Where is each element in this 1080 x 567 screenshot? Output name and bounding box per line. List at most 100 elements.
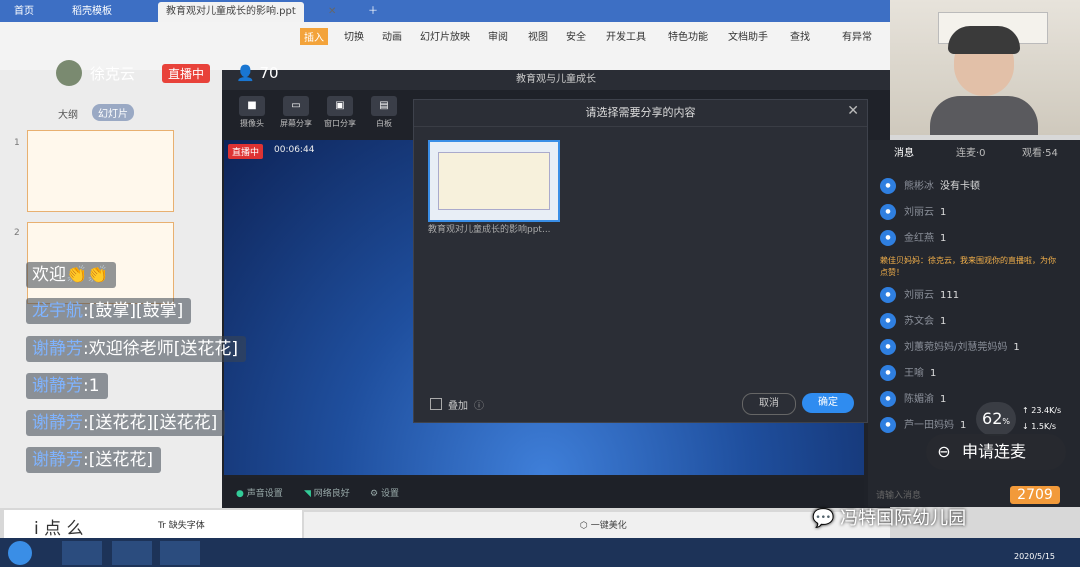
avatar: ●: [880, 230, 896, 246]
tab-docer[interactable]: 稻壳模板: [64, 2, 120, 22]
avatar: [56, 60, 82, 86]
tab-messages[interactable]: 消息: [894, 144, 914, 159]
window-share-button[interactable]: ▣ 窗口分享: [320, 96, 360, 129]
info-icon[interactable]: ⓘ: [474, 397, 484, 412]
monitor-icon: ▭: [283, 96, 309, 116]
tab-slides[interactable]: 幻灯片: [92, 104, 134, 121]
danmu-message: 谢静芳:[送花花]: [26, 447, 161, 473]
apply-mic-button[interactable]: ⊖ 申请连麦: [926, 434, 1066, 470]
close-icon[interactable]: ✕: [320, 2, 344, 22]
tab-document[interactable]: 教育观对儿童成长的影响.ppt: [158, 2, 304, 22]
whiteboard-icon: ▤: [371, 96, 397, 116]
camera-icon: ■: [239, 96, 265, 116]
start-button[interactable]: [8, 541, 32, 565]
chat-message: ● 金红燕 1: [880, 229, 946, 246]
app-taskbar-icon[interactable]: [112, 541, 152, 565]
wps-taskbar-icon[interactable]: [62, 541, 102, 565]
chat-message: ● 王喻 1: [880, 364, 936, 381]
windows-taskbar: 2020/5/15: [0, 538, 1080, 567]
live-badge: 直播中: [162, 64, 211, 83]
upload-speed: ↑ 23.4K/s: [1022, 406, 1062, 415]
menu-assistant[interactable]: 文档助手: [728, 28, 768, 43]
avatar: ●: [880, 313, 896, 329]
danmu-message: 谢静芳:[送花花][送花花]: [26, 410, 226, 436]
camera-button[interactable]: ■ 摄像头: [232, 96, 272, 129]
beautify-button[interactable]: ⬡ 一键美化: [580, 518, 627, 531]
chat-message: ● 芦一田妈妈 1: [880, 416, 966, 433]
network-status: ◥ 网络良好: [304, 489, 350, 499]
dialog-close-icon[interactable]: ✕: [847, 103, 859, 119]
menu-slideshow[interactable]: 幻灯片放映: [420, 28, 470, 43]
avatar: ●: [880, 178, 896, 194]
overlay-label: 叠加: [448, 401, 468, 412]
app-taskbar-icon[interactable]: [160, 541, 200, 565]
new-tab-icon[interactable]: ＋: [360, 2, 386, 22]
system-notice: 赖佳贝妈妈：徐克云，我来围观你的直播啦，为你点赞！: [880, 256, 1056, 277]
chat-message: ● 刘蕙菀妈妈/刘慧莞妈妈 1: [880, 338, 1020, 355]
missing-font-button[interactable]: Tr 缺失字体: [158, 518, 205, 531]
settings-button[interactable]: ⚙ 设置: [370, 486, 399, 499]
wechat-icon: 💬: [812, 508, 835, 529]
chat-input[interactable]: 请输入消息: [876, 488, 921, 501]
tab-home[interactable]: 首页: [6, 2, 42, 22]
slides-panel: 大纲 幻灯片 1 2: [0, 70, 223, 508]
menu-search[interactable]: 查找: [790, 28, 810, 43]
chat-message: ● 陈媚渝 1: [880, 390, 946, 407]
avatar: ●: [880, 339, 896, 355]
network-meter: 62%: [976, 402, 1016, 436]
chat-message: ● 刘丽云 1: [880, 203, 946, 220]
overlay-checkbox[interactable]: [430, 398, 442, 410]
live-timer: 00:06:44: [274, 145, 315, 155]
danmu-message: 欢迎👏👏: [26, 262, 117, 288]
chat-message: ● 苏文会 1: [880, 312, 946, 329]
tab-viewers[interactable]: 观看·54: [1022, 144, 1058, 159]
mic-icon: ●: [236, 489, 244, 499]
clock-date: 2020/5/15: [1014, 552, 1056, 561]
menu-insert[interactable]: 插入: [300, 28, 328, 45]
menu-transition[interactable]: 切换: [344, 28, 364, 43]
like-counter: 2709: [1010, 486, 1060, 504]
dialog-title: 请选择需要分享的内容: [414, 100, 867, 127]
audio-settings-button[interactable]: ● 声音设置: [236, 486, 283, 499]
share-content-dialog: 请选择需要分享的内容 ✕ 教育观对儿童成长的影响ppt... 叠加 ⓘ 取消 确…: [413, 99, 868, 423]
avatar: ●: [880, 287, 896, 303]
live-tag: 直播中: [228, 144, 264, 159]
danmu-message: 龙宇航:[鼓掌][鼓掌]: [26, 298, 192, 324]
menu-animation[interactable]: 动画: [382, 28, 402, 43]
avatar: ●: [880, 365, 896, 381]
live-app-title: 教育观与儿童成长: [222, 70, 890, 90]
confirm-button[interactable]: 确定: [802, 393, 854, 413]
chat-message: ● 熊彬冰 没有卡顿: [880, 177, 980, 194]
menu-developer[interactable]: 开发工具: [606, 28, 646, 43]
bottom-characters: i 点 么: [34, 519, 84, 539]
webcam-feed: [890, 0, 1080, 135]
tab-outline[interactable]: 大纲: [58, 106, 78, 121]
watermark: 💬 冯特国际幼儿园: [812, 508, 967, 529]
menu-features[interactable]: 特色功能: [668, 28, 708, 43]
window-icon: ▣: [327, 96, 353, 116]
streamer-name: 徐克云: [90, 65, 136, 83]
danmu-message: 谢静芳:1: [26, 373, 108, 399]
menu-security[interactable]: 安全: [566, 28, 586, 43]
download-speed: ↓ 1.5K/s: [1022, 422, 1057, 431]
ppt-window-label: 教育观对儿童成长的影响ppt...: [428, 225, 551, 235]
menu-review[interactable]: 审阅: [488, 28, 508, 43]
link-icon: ⊖: [937, 442, 951, 461]
ppt-window-thumbnail[interactable]: [428, 140, 560, 222]
tab-mic-link[interactable]: 连麦·0: [956, 144, 986, 159]
whiteboard-button[interactable]: ▤ 白板: [364, 96, 404, 129]
avatar: ●: [880, 204, 896, 220]
live-bottom-bar: ● 声音设置 ◥ 网络良好 ⚙ 设置: [224, 478, 864, 506]
person-icon: 👤: [236, 64, 255, 82]
screen-share-button[interactable]: ▭ 屏幕分享: [276, 96, 316, 129]
menu-view[interactable]: 视图: [528, 28, 548, 43]
chat-message: ● 刘丽云 111: [880, 286, 959, 303]
viewer-count: 👤 70: [236, 64, 279, 82]
avatar: ●: [880, 391, 896, 407]
avatar: ●: [880, 417, 896, 433]
gear-icon: ⚙: [370, 489, 379, 499]
cancel-button[interactable]: 取消: [742, 393, 796, 415]
menu-anomaly[interactable]: 有异常: [842, 28, 872, 43]
slide-thumbnail-1[interactable]: [27, 130, 174, 212]
wps-tab-bar: 首页 稻壳模板 教育观对儿童成长的影响.ppt ✕ ＋: [0, 0, 890, 22]
